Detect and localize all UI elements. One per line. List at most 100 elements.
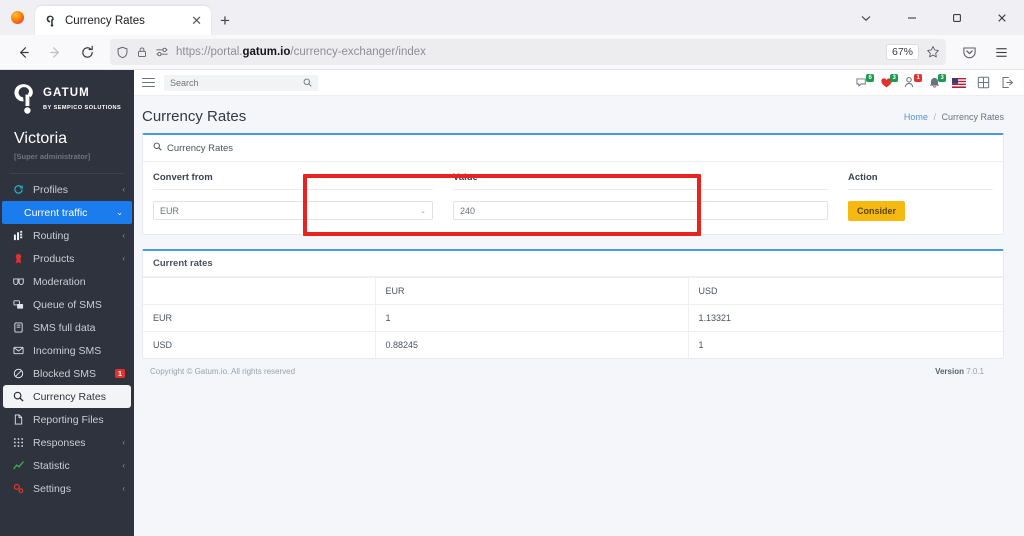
notification-badge: 3 (890, 74, 899, 82)
url-domain: gatum.io (242, 46, 291, 58)
search-box[interactable] (164, 74, 318, 91)
sidebar-divider (10, 173, 124, 174)
sms-counter-icon[interactable]: 6 (856, 74, 875, 89)
chevron-left-icon: ‹ (122, 461, 125, 470)
page-header: Currency Rates Home / Currency Rates (134, 96, 1024, 133)
breadcrumb: Home / Currency Rates (904, 112, 1004, 122)
sidebar-item-badge: 1 (114, 368, 125, 379)
convert-from-value: EUR (160, 205, 180, 216)
alerts-icon[interactable]: 3 (880, 74, 899, 89)
chevron-left-icon: ‹ (122, 254, 125, 263)
table-cell-eur: 1 (375, 304, 689, 332)
app-menu-icon[interactable] (986, 38, 1016, 66)
logout-icon[interactable] (1001, 76, 1014, 89)
search-dollar-icon (12, 391, 25, 402)
new-tab-button[interactable]: + (211, 6, 239, 35)
list-all-tabs-icon[interactable] (843, 0, 889, 35)
convert-from-group: Convert from EUR ⌄ (143, 162, 443, 234)
breadcrumb-home[interactable]: Home (904, 112, 928, 122)
version-text: Version 7.0.1 (935, 367, 984, 376)
address-bar[interactable]: https://portal.gatum.io/currency-exchang… (110, 39, 946, 65)
search-input[interactable] (170, 77, 299, 88)
rates-card-header: Current rates (143, 251, 1003, 277)
sidebar-item-statistic[interactable]: Statistic ‹ (0, 454, 134, 477)
firefox-logo-icon (6, 0, 28, 35)
sidebar-item-sms-full-data[interactable]: SMS full data (0, 316, 134, 339)
table-column-header: USD (688, 277, 1003, 305)
table-column-header (143, 277, 376, 305)
maximize-button[interactable] (934, 0, 979, 35)
search-dollar-icon (153, 142, 162, 154)
gears-icon (12, 483, 25, 494)
browser-tab[interactable]: Currency Rates ✕ (35, 6, 211, 35)
value-input-text: 240 (460, 205, 476, 216)
url-text: https://portal.gatum.io/currency-exchang… (176, 46, 879, 58)
gatum-favicon (44, 14, 58, 28)
browser-window: Currency Rates ✕ + https://portal.gatum.… (0, 0, 1024, 536)
zoom-level-badge[interactable]: 67% (885, 44, 919, 60)
sidebar-item-label: Currency Rates (33, 390, 106, 403)
sidebar-item-current-traffic[interactable]: Current traffic ⌄ (2, 201, 132, 224)
table-row: EUR 1 1.13321 (143, 304, 1003, 332)
shield-icon[interactable] (116, 46, 129, 59)
table-cell-currency: USD (143, 331, 376, 358)
reload-button[interactable] (72, 38, 102, 66)
user-name: Victoria (14, 130, 68, 147)
forward-button[interactable] (40, 38, 70, 66)
main-area: 6 3 1 3 Currency Rates Home / Currency Rate… (134, 70, 1024, 536)
sidebar-item-responses[interactable]: Responses ‹ (0, 431, 134, 454)
breadcrumb-current: Currency Rates (941, 111, 1004, 122)
table-row: USD 0.88245 1 (143, 331, 1003, 358)
envelope-icon (12, 345, 25, 356)
brand-subtitle: BY SEMPICO SOLUTIONS (43, 105, 122, 112)
value-input[interactable]: 240 (453, 201, 828, 220)
app-topbar: 6 3 1 3 (134, 70, 1024, 96)
apps-grid-icon[interactable] (977, 76, 990, 89)
sidebar-item-reporting-files[interactable]: Reporting Files (0, 408, 134, 431)
file-icon (12, 414, 25, 425)
table-cell-usd: 1.13321 (688, 304, 1003, 332)
close-window-button[interactable] (979, 0, 1024, 35)
sidebar-item-label: Incoming SMS (33, 344, 102, 357)
search-icon[interactable] (303, 76, 312, 90)
rates-table: EUR USD EUR 1 1.13321 USD 0.88245 1 (143, 277, 1003, 358)
current-rates-card: Current rates EUR USD EUR 1 1.13321 USD 0.882… (142, 249, 1004, 359)
value-label: Value (453, 172, 828, 190)
star-icon[interactable] (926, 45, 940, 59)
lock-icon[interactable] (136, 46, 148, 58)
sidebar-item-routing[interactable]: Routing ‹ (0, 224, 134, 247)
sidebar-nav: Profiles ‹ Current traffic ⌄ Routing ‹ Product… (0, 178, 134, 500)
notifications-icon[interactable]: 3 (928, 74, 947, 89)
users-online-icon[interactable]: 1 (904, 74, 923, 89)
version-number: 7.0.1 (966, 367, 984, 376)
sidebar-item-label: Moderation (33, 275, 86, 288)
sidebar-item-products[interactable]: Products ‹ (0, 247, 134, 270)
chart-icon (12, 460, 25, 471)
sidebar-item-profiles[interactable]: Profiles ‹ (0, 178, 134, 201)
convert-from-select[interactable]: EUR ⌄ (153, 201, 433, 220)
brand-logo[interactable]: GATUM BY SEMPICO SOLUTIONS (0, 70, 134, 122)
chevron-left-icon: ‹ (122, 438, 125, 447)
sidebar: GATUM BY SEMPICO SOLUTIONS Victoria [Sup… (0, 70, 134, 536)
sidebar-item-moderation[interactable]: Moderation (0, 270, 134, 293)
user-role: [Super administrator] (14, 152, 91, 161)
table-column-header: EUR (375, 277, 689, 305)
minimize-button[interactable] (889, 0, 934, 35)
sidebar-item-currency-rates[interactable]: Currency Rates (3, 385, 131, 408)
sidebar-toggle-icon[interactable] (142, 77, 155, 88)
language-flag-icon[interactable] (952, 77, 966, 88)
back-button[interactable] (8, 38, 38, 66)
sidebar-item-label: Routing (33, 229, 70, 242)
permissions-icon[interactable] (155, 46, 169, 58)
window-controls (843, 0, 1024, 35)
consider-button[interactable]: Consider (848, 201, 906, 221)
close-icon[interactable]: ✕ (191, 14, 202, 27)
pocket-icon[interactable] (954, 38, 984, 66)
sidebar-item-queue-of-sms[interactable]: Queue of SMS (0, 293, 134, 316)
sidebar-item-label: Blocked SMS (33, 367, 97, 380)
sidebar-item-settings[interactable]: Settings ‹ (0, 477, 134, 500)
routing-icon (12, 230, 25, 241)
sidebar-item-incoming-sms[interactable]: Incoming SMS (0, 339, 134, 362)
sidebar-item-blocked-sms[interactable]: Blocked SMS 1 (0, 362, 134, 385)
sidebar-item-label: Profiles (33, 183, 69, 196)
